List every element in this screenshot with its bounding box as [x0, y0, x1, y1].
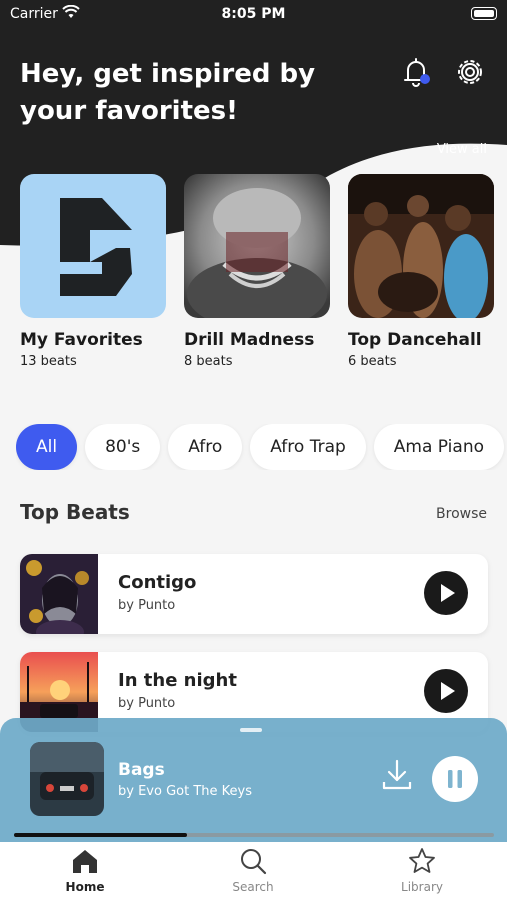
status-bar: Carrier 8:05 PM	[0, 0, 507, 30]
page-title: Hey, get inspired by your favorites!	[20, 59, 316, 126]
download-icon[interactable]	[380, 758, 414, 792]
favorites-logo	[20, 174, 166, 318]
pause-button[interactable]	[432, 756, 478, 802]
genre-chip-afro[interactable]: Afro	[168, 424, 243, 470]
view-all-link[interactable]: View all	[437, 142, 487, 157]
beat-row[interactable]: Contigo by Punto	[20, 554, 488, 634]
pause-icon	[448, 770, 462, 788]
playlist-title: Top Dancehall	[348, 330, 482, 350]
now-playing-cover	[30, 742, 104, 816]
tab-bar: Home Search Library	[0, 842, 507, 900]
app-logo-icon	[60, 198, 132, 296]
beat-artist: by Punto	[118, 598, 176, 613]
tab-label: Home	[65, 880, 105, 894]
battery-icon	[471, 7, 497, 20]
genre-chip-all[interactable]: All	[16, 424, 78, 470]
beat-cover	[20, 554, 98, 634]
tab-home[interactable]: Home	[35, 846, 135, 894]
tab-library[interactable]: Library	[372, 846, 472, 894]
beat-title: Contigo	[118, 572, 197, 593]
play-button[interactable]	[424, 571, 468, 615]
tab-search[interactable]: Search	[203, 846, 303, 894]
playlist-card-drill[interactable]: Drill Madness 8 beats	[184, 174, 330, 369]
bell-icon[interactable]	[398, 54, 434, 90]
playlist-count: 8 beats	[184, 354, 233, 369]
playlist-card-favorites[interactable]: My Favorites 13 beats	[20, 174, 166, 369]
genre-chip-80s[interactable]: 80's	[85, 424, 161, 470]
play-icon	[441, 682, 455, 700]
status-time: 8:05 PM	[221, 6, 286, 22]
beat-artist: by Punto	[118, 696, 176, 711]
tab-label: Search	[232, 880, 274, 894]
home-icon	[73, 850, 97, 873]
playlist-title: Drill Madness	[184, 330, 315, 350]
play-icon	[441, 584, 455, 602]
search-icon	[241, 849, 267, 875]
playlist-cover-dancehall	[348, 174, 494, 318]
genre-chips: All 80's Afro Afro Trap Ama Piano	[16, 424, 507, 470]
play-button[interactable]	[424, 669, 468, 713]
progress-bar[interactable]	[14, 833, 494, 837]
now-playing-artist: by Evo Got The Keys	[118, 784, 252, 799]
genre-chip-ama-piano[interactable]: Ama Piano	[373, 424, 505, 470]
browse-link[interactable]: Browse	[436, 506, 487, 522]
playlist-cover-drill	[184, 174, 330, 318]
genre-chip-afro-trap[interactable]: Afro Trap	[250, 424, 366, 470]
mini-player[interactable]: Bags by Evo Got The Keys	[0, 718, 507, 842]
notification-dot	[420, 74, 430, 84]
playlist-count: 13 beats	[20, 354, 77, 369]
now-playing-title: Bags	[118, 760, 165, 780]
section-title-top-beats: Top Beats	[20, 500, 130, 524]
playlist-title: My Favorites	[20, 330, 143, 350]
tab-label: Library	[401, 880, 443, 894]
playlist-card-dancehall[interactable]: Top Dancehall 6 beats	[348, 174, 494, 369]
star-icon	[409, 848, 435, 873]
gear-icon[interactable]	[452, 54, 488, 90]
beat-title: In the night	[118, 670, 237, 691]
playlist-count: 6 beats	[348, 354, 397, 369]
drag-handle[interactable]	[240, 728, 262, 732]
progress-fill	[14, 833, 187, 837]
